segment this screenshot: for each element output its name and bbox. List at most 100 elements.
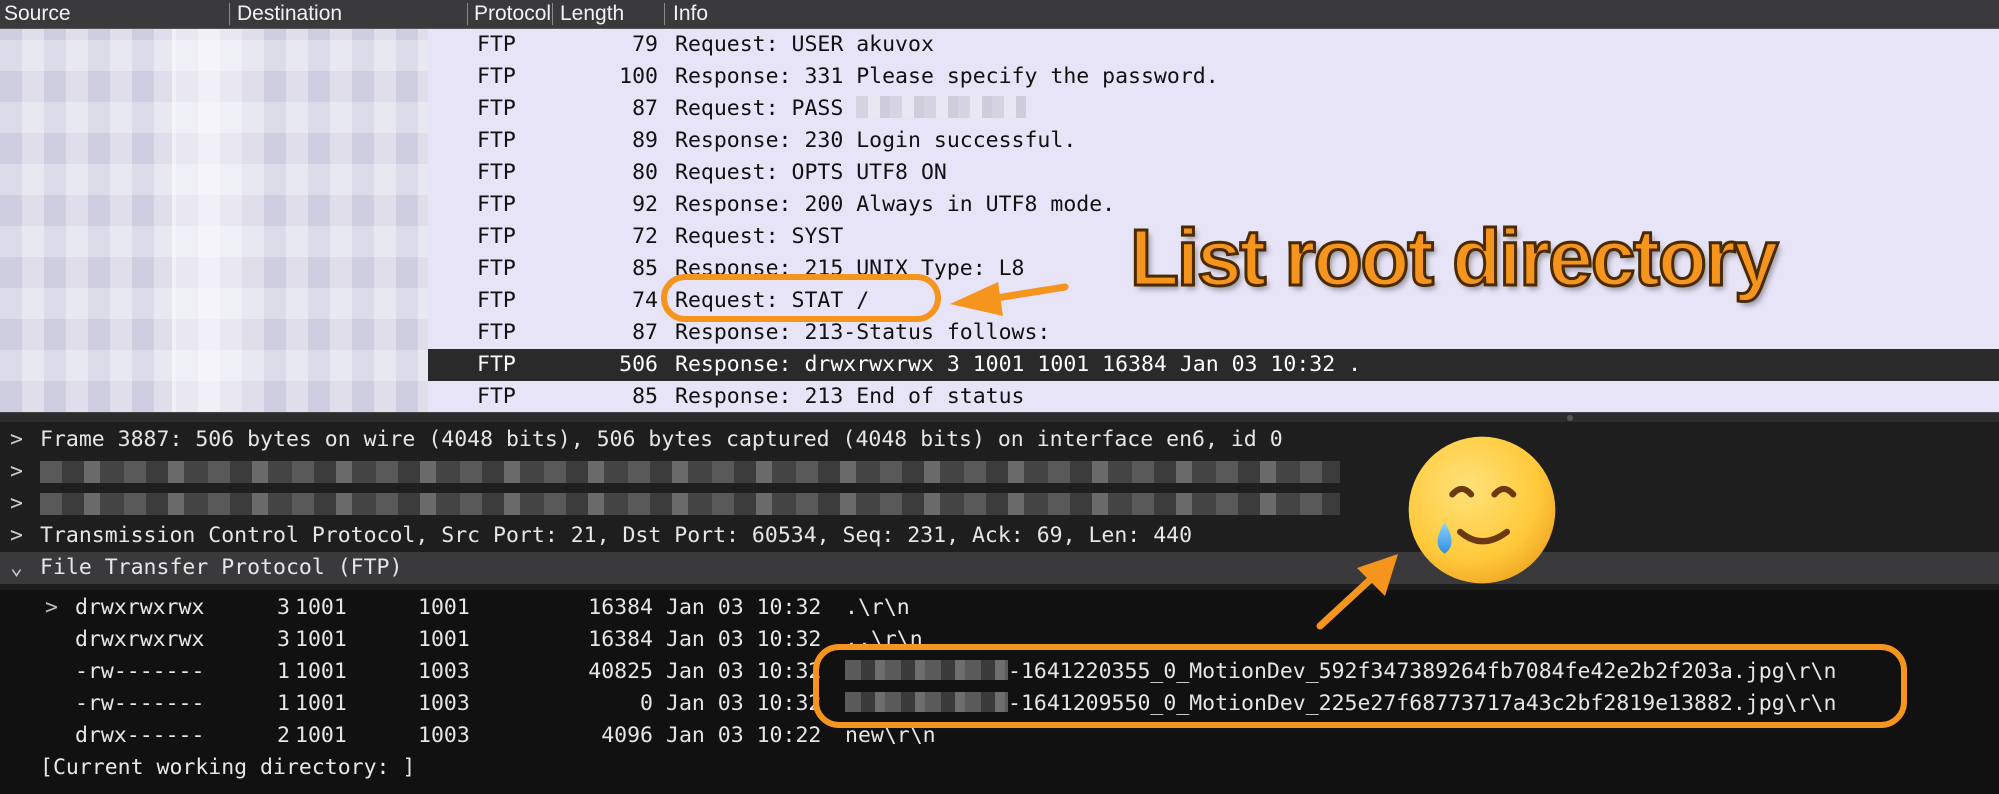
listing-links: 2 bbox=[277, 723, 290, 748]
column-source[interactable]: Source bbox=[4, 1, 224, 27]
listing-uid: 1001 bbox=[295, 723, 347, 748]
listing-uid: 1001 bbox=[295, 659, 347, 684]
listing-date: Jan 03 10:32 bbox=[666, 595, 822, 620]
listing-perm: drwx------ bbox=[75, 723, 205, 748]
redacted-detail bbox=[40, 461, 1340, 483]
chevron-right-icon[interactable]: > bbox=[10, 424, 23, 456]
packet-protocol: FTP bbox=[477, 320, 516, 345]
listing-gid: 1001 bbox=[418, 627, 470, 652]
packet-info: Response: drwxrwxrwx 3 1001 1001 16384 J… bbox=[675, 352, 1362, 377]
listing-cwd-row[interactable]: [Current working directory: ] bbox=[0, 752, 1999, 784]
packet-info: Response: 331 Please specify the passwor… bbox=[675, 64, 1219, 89]
listing-links: 3 bbox=[277, 595, 290, 620]
packet-length: 92 bbox=[632, 192, 658, 217]
packet-length: 79 bbox=[632, 32, 658, 57]
listing-gid: 1001 bbox=[418, 595, 470, 620]
listing-gid: 1003 bbox=[418, 659, 470, 684]
listing-size: 40825 bbox=[588, 659, 653, 684]
packet-info: Response: 213 End of status bbox=[675, 384, 1025, 409]
packet-info-text: Request: PASS bbox=[675, 96, 857, 121]
redacted-password bbox=[856, 96, 1027, 118]
listing-size: 0 bbox=[640, 691, 653, 716]
chevron-right-icon[interactable]: > bbox=[10, 488, 23, 520]
listing-date: Jan 03 10:22 bbox=[666, 723, 822, 748]
chevron-right-icon[interactable]: > bbox=[10, 456, 23, 488]
column-divider[interactable] bbox=[552, 3, 553, 25]
listing-gid: 1003 bbox=[418, 691, 470, 716]
packet-length: 89 bbox=[632, 128, 658, 153]
packet-info: Response: 230 Login successful. bbox=[675, 128, 1077, 153]
detail-tcp[interactable]: > Transmission Control Protocol, Src Por… bbox=[0, 520, 1999, 552]
callout-text: List root directory bbox=[1129, 212, 1781, 304]
detail-tcp-text: Transmission Control Protocol, Src Port:… bbox=[40, 523, 1193, 548]
listing-links: 1 bbox=[277, 691, 290, 716]
redacted-detail bbox=[40, 493, 1340, 515]
column-destination[interactable]: Destination bbox=[237, 1, 457, 27]
listing-links: 3 bbox=[277, 627, 290, 652]
packet-protocol: FTP bbox=[477, 96, 516, 121]
detail-redacted-layer[interactable]: > bbox=[0, 488, 1999, 520]
listing-perm: -rw------- bbox=[75, 691, 205, 716]
column-protocol[interactable]: Protocol bbox=[474, 1, 550, 27]
listing-uid: 1001 bbox=[295, 595, 347, 620]
packet-length: 506 bbox=[619, 352, 658, 377]
listing-row[interactable]: > drwxrwxrwx 3 1001 1001 16384 Jan 03 10… bbox=[0, 592, 1999, 624]
listing-size: 16384 bbox=[588, 627, 653, 652]
packet-protocol: FTP bbox=[477, 160, 516, 185]
detail-redacted-layer[interactable]: > bbox=[0, 456, 1999, 488]
packet-details-pane[interactable]: > Frame 3887: 506 bytes on wire (4048 bi… bbox=[0, 422, 1999, 590]
packet-info: Request: OPTS UTF8 ON bbox=[675, 160, 947, 185]
packet-protocol: FTP bbox=[477, 384, 516, 409]
listing-date: Jan 03 10:32 bbox=[666, 627, 822, 652]
packet-protocol: FTP bbox=[477, 352, 516, 377]
packet-length: 100 bbox=[619, 64, 658, 89]
column-info[interactable]: Info bbox=[673, 1, 873, 27]
listing-size: 4096 bbox=[601, 723, 653, 748]
highlight-stat-request bbox=[661, 274, 941, 322]
packet-length: 74 bbox=[632, 288, 658, 313]
listing-perm: -rw------- bbox=[75, 659, 205, 684]
packet-protocol: FTP bbox=[477, 64, 516, 89]
chevron-down-icon[interactable]: ⌄ bbox=[10, 552, 23, 584]
packet-protocol: FTP bbox=[477, 256, 516, 281]
chevron-right-icon[interactable]: > bbox=[10, 520, 23, 552]
chevron-right-icon[interactable]: > bbox=[45, 592, 58, 624]
packet-length: 85 bbox=[632, 256, 658, 281]
listing-links: 1 bbox=[277, 659, 290, 684]
column-divider[interactable] bbox=[664, 3, 665, 25]
listing-uid: 1001 bbox=[295, 627, 347, 652]
listing-uid: 1001 bbox=[295, 691, 347, 716]
column-length[interactable]: Length bbox=[560, 1, 660, 27]
listing-perm: drwxrwxrwx bbox=[75, 627, 205, 652]
packet-info: Request: PASS bbox=[675, 93, 1027, 125]
packet-info: Response: 200 Always in UTF8 mode. bbox=[675, 192, 1116, 217]
packet-protocol: FTP bbox=[477, 128, 516, 153]
divider-grip-icon[interactable] bbox=[1567, 415, 1573, 421]
packet-protocol: FTP bbox=[477, 224, 516, 249]
listing-size: 16384 bbox=[588, 595, 653, 620]
packet-list-header: Source Destination Protocol Length Info bbox=[0, 0, 1999, 29]
packet-length: 85 bbox=[632, 384, 658, 409]
packet-info: Request: SYST bbox=[675, 224, 844, 249]
packet-protocol: FTP bbox=[477, 32, 516, 57]
smiling-face-with-tear-icon bbox=[1408, 436, 1556, 584]
redacted-addresses-highlight bbox=[172, 29, 242, 412]
detail-ftp[interactable]: ⌄ File Transfer Protocol (FTP) bbox=[0, 552, 1999, 584]
listing-perm: drwxrwxrwx bbox=[75, 595, 205, 620]
listing-date: Jan 03 10:32 bbox=[666, 691, 822, 716]
packet-length: 80 bbox=[632, 160, 658, 185]
highlight-leaked-files bbox=[813, 644, 1907, 728]
packet-info: Request: USER akuvox bbox=[675, 32, 934, 57]
packet-protocol: FTP bbox=[477, 192, 516, 217]
packet-protocol: FTP bbox=[477, 288, 516, 313]
listing-name: .\r\n bbox=[845, 595, 910, 620]
packet-length: 72 bbox=[632, 224, 658, 249]
packet-length: 87 bbox=[632, 320, 658, 345]
column-divider[interactable] bbox=[229, 3, 230, 25]
packet-length: 87 bbox=[632, 96, 658, 121]
listing-gid: 1003 bbox=[418, 723, 470, 748]
detail-ftp-text: File Transfer Protocol (FTP) bbox=[40, 555, 403, 580]
detail-frame[interactable]: > Frame 3887: 506 bytes on wire (4048 bi… bbox=[0, 424, 1999, 456]
current-working-directory: [Current working directory: ] bbox=[40, 755, 416, 780]
column-divider[interactable] bbox=[467, 3, 468, 25]
